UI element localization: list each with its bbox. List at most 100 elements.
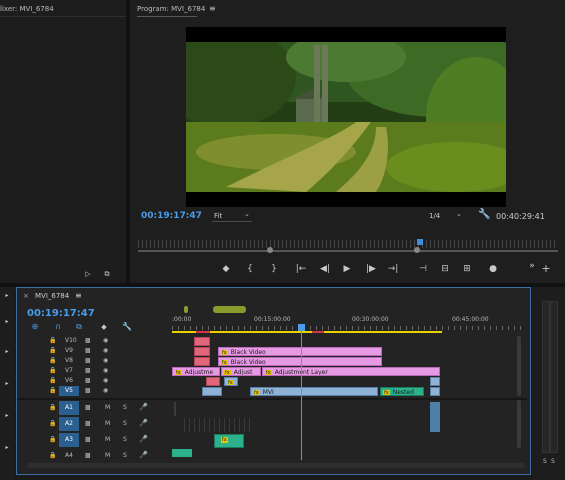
eye-icon[interactable]: ◉ — [103, 337, 108, 344]
clip-v5-start[interactable] — [202, 387, 222, 396]
track-v10[interactable]: 🔒 V10 ▩ ◉ — [17, 336, 173, 346]
program-zoom-bar[interactable] — [138, 250, 558, 252]
video-vertical-scrollbar[interactable] — [517, 336, 521, 396]
go-to-in-icon[interactable]: |← — [294, 264, 308, 274]
clip-black-video-v8[interactable]: fx Black Video — [218, 357, 382, 366]
timeline-clips-area[interactable]: fx Black Video fx Black Video fx Adjustme f… — [172, 326, 522, 461]
clip-adjustment-layer-v7[interactable]: fx Adjustment Layer — [262, 367, 440, 376]
mute-button[interactable]: M — [105, 436, 110, 443]
meter-solo-right[interactable]: S — [551, 458, 555, 465]
wrench-icon[interactable]: 🔧 — [121, 322, 133, 332]
mute-button[interactable]: M — [105, 420, 110, 427]
lock-icon[interactable]: 🔒 — [49, 357, 56, 364]
snap-magnet-icon[interactable]: ∩ — [53, 322, 63, 332]
toggle-sync-icon[interactable]: ▩ — [85, 452, 91, 459]
track-a4[interactable]: 🔒 A4 ▩ M S 🎤 — [17, 448, 172, 460]
work-area-marker-1[interactable] — [184, 306, 188, 313]
solo-button[interactable]: S — [123, 452, 127, 459]
track-v6[interactable]: 🔒 V6 ▩ ◉ — [17, 376, 173, 386]
more-controls-icon[interactable]: » — [526, 261, 538, 271]
lock-icon[interactable]: 🔒 — [49, 377, 56, 384]
toggle-output-icon[interactable]: ▩ — [85, 347, 91, 354]
clip-v8-red[interactable] — [194, 357, 210, 366]
toggle-sync-icon[interactable]: ▩ — [85, 420, 91, 427]
clip-v6-cyan[interactable]: fx — [224, 377, 238, 386]
razor-tool-icon[interactable]: ▸ — [2, 379, 12, 389]
eye-icon[interactable]: ◉ — [103, 347, 108, 354]
clip-black-video-v9[interactable]: fx Black Video — [218, 347, 382, 356]
hamburger-icon[interactable]: ≡ — [209, 4, 216, 13]
clip-adjustme-v7[interactable]: fx Adjustme — [172, 367, 220, 376]
close-icon[interactable]: × — [23, 292, 29, 300]
track-label-v8[interactable]: V8 — [65, 357, 73, 364]
track-label-v6[interactable]: V6 — [65, 377, 73, 384]
lock-icon[interactable]: 🔒 — [49, 404, 56, 411]
eye-icon[interactable]: ◉ — [103, 387, 108, 394]
camera-icon[interactable]: ● — [486, 264, 500, 274]
track-a3[interactable]: 🔒 A3 ▩ M S 🎤 — [17, 432, 172, 448]
clip-nested-v5[interactable]: fx Nested — [380, 387, 424, 396]
timeline-ruler[interactable]: :00:00 00:15:00:00 00:30:00:00 00:45:00:… — [172, 300, 522, 334]
lock-icon[interactable]: 🔒 — [49, 337, 56, 344]
step-forward-icon[interactable]: |▶ — [364, 264, 378, 274]
selection-tool-icon[interactable]: ▸ — [2, 291, 12, 301]
track-label-v7[interactable]: V7 — [65, 367, 73, 374]
zoom-handle-right[interactable] — [414, 247, 420, 253]
clip-v9-red[interactable] — [194, 347, 210, 356]
meter-solo-left[interactable]: S — [543, 458, 547, 465]
track-label-a4[interactable]: A4 — [65, 452, 73, 459]
microphone-icon[interactable]: 🎤 — [139, 451, 148, 459]
track-select-icon[interactable]: ▸ — [2, 317, 12, 327]
hamburger-icon[interactable]: ≡ — [75, 291, 82, 300]
mark-in-icon[interactable]: { — [244, 264, 256, 274]
track-a2[interactable]: 🔒 A2 ▩ M S 🎤 — [17, 416, 172, 432]
chevron-down-icon[interactable]: ⌄ — [244, 210, 250, 218]
microphone-icon[interactable]: 🎤 — [139, 403, 148, 411]
eye-icon[interactable]: ◉ — [103, 377, 108, 384]
horizontal-scrollbar[interactable] — [27, 463, 525, 468]
program-time-ruler[interactable] — [138, 240, 558, 248]
toggle-sync-icon[interactable]: ▩ — [85, 404, 91, 411]
step-back-icon[interactable]: ◀| — [318, 264, 332, 274]
play-icon[interactable]: ▶ — [340, 264, 354, 274]
eye-icon[interactable]: ◉ — [103, 367, 108, 374]
lock-icon[interactable]: 🔒 — [49, 436, 56, 443]
chevron-down-icon[interactable]: ⌄ — [456, 210, 462, 218]
program-video-frame[interactable] — [186, 27, 506, 207]
nest-sequence-icon[interactable]: ⊕ — [30, 322, 40, 332]
track-label-v10[interactable]: V10 — [65, 337, 77, 344]
compare-icon[interactable]: ⊞ — [460, 264, 474, 274]
mixer-export-icon[interactable]: ⧉ — [101, 269, 113, 279]
track-a1[interactable]: 🔒 A1 ▩ M S 🎤 — [17, 400, 172, 416]
timeline-playhead-timecode[interactable]: 00:19:17:47 — [27, 308, 95, 319]
go-to-out-icon[interactable]: →| — [386, 264, 400, 274]
lock-icon[interactable]: 🔒 — [49, 387, 56, 394]
toggle-sync-icon[interactable]: ▩ — [85, 436, 91, 443]
mixer-panel-title[interactable]: lixer: MVI_6784 — [0, 5, 54, 13]
clip-adjust-v7[interactable]: fx Adjust — [221, 367, 261, 376]
track-v9[interactable]: 🔒 V9 ▩ ◉ — [17, 346, 173, 356]
zoom-handle-left[interactable] — [267, 247, 273, 253]
mixer-loop-icon[interactable]: ▷ — [82, 269, 94, 279]
toggle-output-icon[interactable]: ▩ — [85, 387, 91, 394]
track-label-a1[interactable]: A1 — [65, 404, 73, 411]
lift-icon[interactable]: ⊣ — [416, 264, 430, 274]
wrench-icon[interactable]: 🔧 — [478, 209, 490, 220]
linked-selection-icon[interactable]: ⧉ — [74, 322, 84, 332]
clip-v10-red[interactable] — [194, 337, 210, 346]
eye-icon[interactable]: ◉ — [103, 357, 108, 364]
lock-icon[interactable]: 🔒 — [49, 420, 56, 427]
extract-icon[interactable]: ⊟ — [438, 264, 452, 274]
button-editor-icon[interactable]: + — [540, 263, 552, 274]
lock-icon[interactable]: 🔒 — [49, 367, 56, 374]
lock-icon[interactable]: 🔒 — [49, 347, 56, 354]
toggle-output-icon[interactable]: ▩ — [85, 367, 91, 374]
solo-button[interactable]: S — [123, 404, 127, 411]
track-v7[interactable]: 🔒 V7 ▩ ◉ — [17, 366, 173, 376]
ripple-tool-icon[interactable]: ▸ — [2, 347, 12, 357]
toggle-output-icon[interactable]: ▩ — [85, 357, 91, 364]
fit-zoom-select[interactable]: Fit — [214, 212, 222, 220]
clip-v6-right[interactable] — [430, 377, 440, 386]
clip-v6-red[interactable] — [206, 377, 220, 386]
audio-vertical-scrollbar[interactable] — [517, 400, 521, 448]
